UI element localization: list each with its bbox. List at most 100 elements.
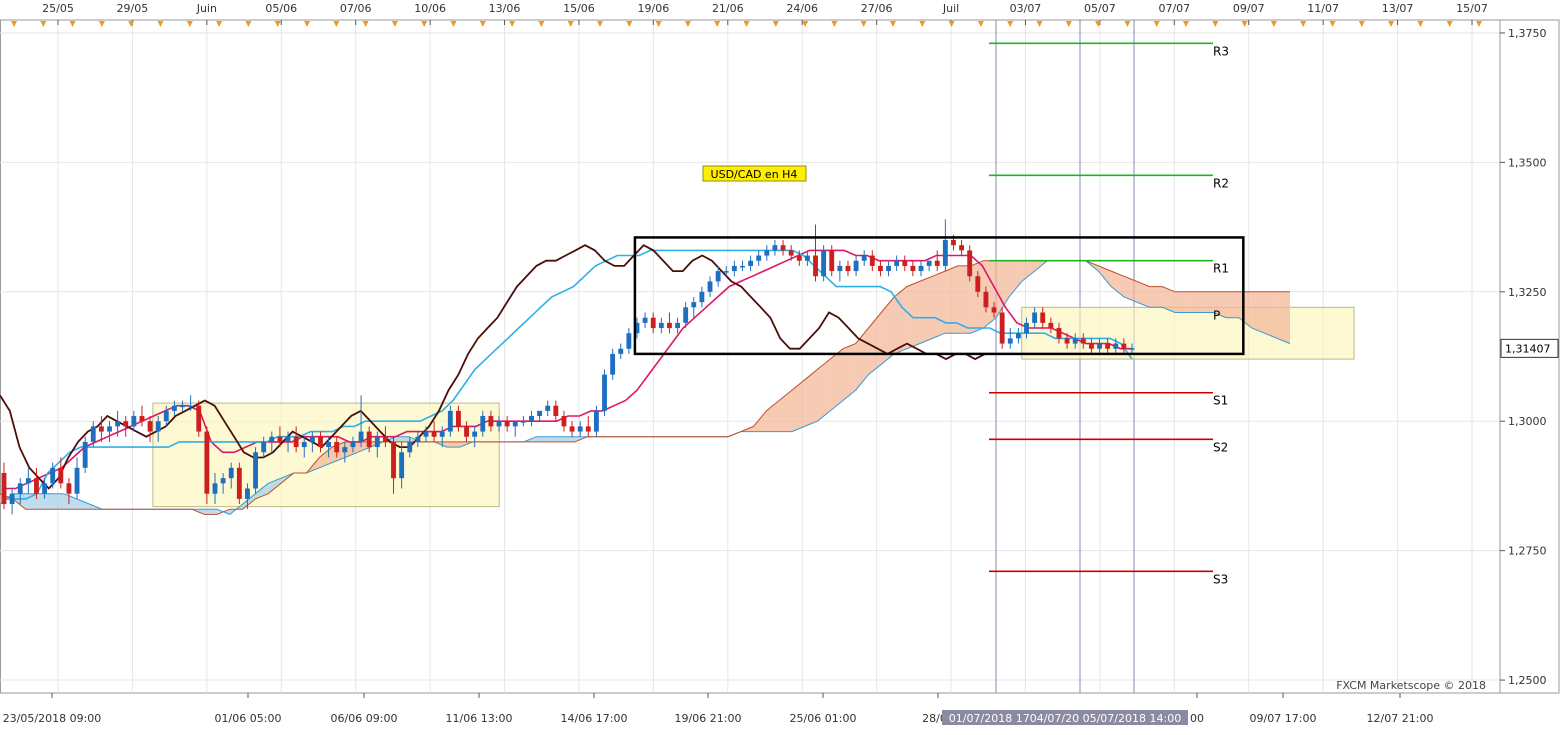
event-marker-icon xyxy=(421,21,428,27)
candle-body xyxy=(98,426,104,432)
candle-body xyxy=(17,483,23,494)
candle-body xyxy=(236,467,242,499)
candle-body xyxy=(269,436,275,442)
top-date-label: 19/06 xyxy=(638,2,670,15)
candle-body xyxy=(772,245,778,251)
candle-body xyxy=(788,250,794,256)
candle-body xyxy=(740,265,745,268)
top-date-label: 13/07 xyxy=(1382,2,1414,15)
candle-body xyxy=(34,478,39,494)
candle-body xyxy=(561,416,567,427)
top-date-label: 09/07 xyxy=(1233,2,1265,15)
candle-body xyxy=(1080,338,1086,344)
candle-body xyxy=(326,441,332,448)
candle-body xyxy=(147,421,153,432)
candle-body xyxy=(439,431,445,437)
candle-body xyxy=(1032,312,1038,323)
cloud-segment xyxy=(1175,291,1188,313)
candle-body xyxy=(813,255,818,277)
candle-body xyxy=(999,312,1005,344)
candle-body xyxy=(293,436,299,448)
event-marker-icon xyxy=(1036,21,1043,27)
candle-body xyxy=(415,436,421,442)
candle-body xyxy=(553,405,559,417)
cloud-segment xyxy=(1226,291,1239,318)
candle-body xyxy=(1072,338,1078,344)
event-marker-icon xyxy=(333,21,340,27)
event-marker-icon xyxy=(362,21,369,27)
candle-body xyxy=(66,483,72,494)
top-date-label: 07/07 xyxy=(1158,2,1190,15)
candle-body xyxy=(115,421,121,427)
pivot-label: R1 xyxy=(1213,262,1229,276)
candle-body xyxy=(309,436,315,442)
event-marker-icon xyxy=(40,21,47,27)
candle-body xyxy=(391,441,396,479)
y-tick-label: 1,3000 xyxy=(1508,415,1547,428)
event-marker-icon xyxy=(1329,21,1336,27)
candle-body xyxy=(918,265,924,272)
cloud-segment xyxy=(447,441,460,448)
axes: 25/05 29/05 Juin 05/06 07/06 10/06 13/06 15/06 1… xyxy=(3,2,1560,725)
candle-body xyxy=(585,426,591,432)
top-date-label: 25/05 xyxy=(42,2,74,15)
candle-body xyxy=(902,260,908,266)
bottom-date-label: 23/05/2018 09:00 xyxy=(3,712,102,725)
event-marker-icon xyxy=(1153,21,1160,27)
candle-body xyxy=(675,322,680,329)
candle-body xyxy=(715,271,721,282)
candle-body xyxy=(74,467,80,494)
candle-body xyxy=(50,467,56,484)
event-marker-icon xyxy=(216,21,223,27)
cloud-segment xyxy=(1264,291,1278,339)
event-marker-icon xyxy=(655,21,662,27)
bottom-date-label: 19/06 21:00 xyxy=(675,712,742,725)
candle-body xyxy=(577,426,583,432)
candle-body xyxy=(1015,333,1021,339)
candle-body xyxy=(220,478,226,484)
event-marker-icon xyxy=(1183,21,1189,27)
candle-body xyxy=(821,250,827,277)
top-date-label: 07/06 xyxy=(340,2,372,15)
candle-body xyxy=(188,405,194,408)
top-date-label: 15/06 xyxy=(563,2,595,15)
candle-body xyxy=(967,250,973,277)
candle-body xyxy=(382,436,388,442)
candle-body xyxy=(480,416,486,432)
top-date-label: 29/05 xyxy=(117,2,149,15)
bottom-highlight-label: 01/07/2018 1704/07/20 05/07/2018 14:00 xyxy=(949,712,1181,725)
candle-body xyxy=(407,441,413,453)
candle-body xyxy=(456,410,461,427)
cloud-segment xyxy=(1251,291,1265,334)
event-marker-icon xyxy=(1476,21,1482,27)
bottom-date-label: 09/07 17:00 xyxy=(1250,712,1317,725)
bottom-date-label: 06/06 09:00 xyxy=(331,712,398,725)
pivot-label: S1 xyxy=(1213,394,1228,408)
event-marker-icon xyxy=(860,21,867,27)
event-marker-icon xyxy=(802,21,809,27)
cloud-segment xyxy=(779,390,792,432)
candle-body xyxy=(691,302,697,308)
candle-body xyxy=(853,260,859,272)
candle-body xyxy=(366,431,372,448)
candle-body xyxy=(707,281,713,292)
candle-body xyxy=(829,250,835,272)
event-marker-icon xyxy=(69,21,76,27)
event-marker-icon xyxy=(567,21,574,27)
candle-body xyxy=(1105,343,1111,349)
event-marker-icon xyxy=(977,21,984,27)
candle-body xyxy=(350,441,356,448)
candle-body xyxy=(1113,343,1119,349)
candle-body xyxy=(431,431,437,437)
chart-svg: R3 R2 R1 P S1 S2 S3 25/05 29/05 Juin 05/06 07/06 10… xyxy=(0,2,1560,725)
cloud-segment xyxy=(536,436,550,442)
candle-body xyxy=(942,240,948,266)
top-date-label: 10/06 xyxy=(414,2,446,15)
event-marker-icon xyxy=(274,21,281,27)
candle-body xyxy=(82,441,88,468)
candle-body xyxy=(447,410,453,432)
candle-body xyxy=(261,441,267,453)
candle-body xyxy=(374,436,380,448)
bottom-date-label: 01/06 05:00 xyxy=(215,712,282,725)
candle-body xyxy=(358,431,364,442)
